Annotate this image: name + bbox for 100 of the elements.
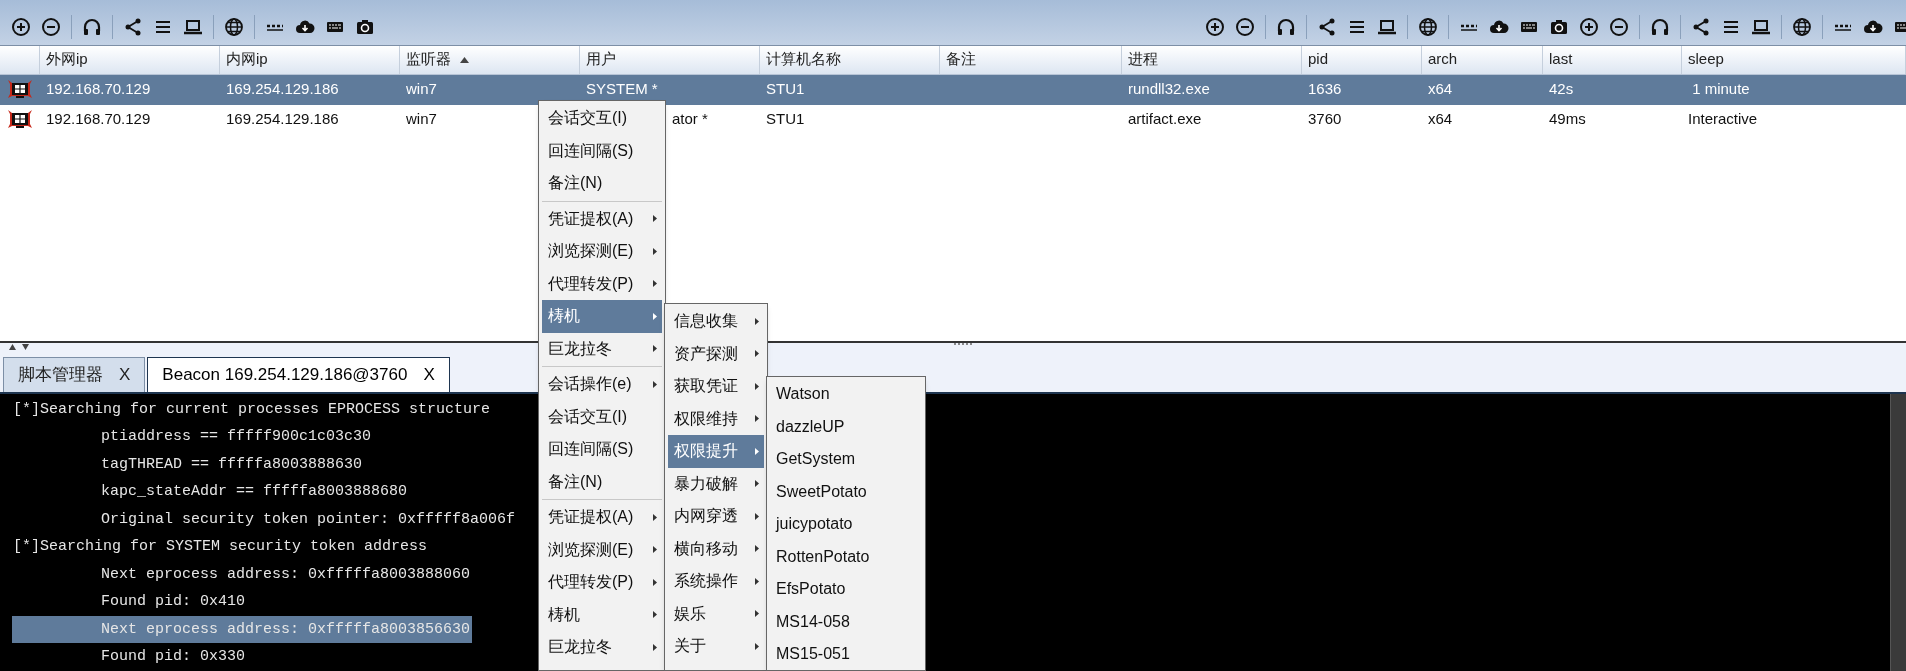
- menu-item[interactable]: 代理转发(P): [542, 566, 662, 599]
- column-header[interactable]: 外网ip: [40, 45, 220, 74]
- column-header[interactable]: last: [1543, 45, 1682, 74]
- column-header[interactable]: 内网ip: [220, 45, 400, 74]
- menu-item[interactable]: 回连间隔(S): [542, 134, 662, 167]
- globe-icon[interactable]: [1418, 16, 1438, 37]
- menu-item[interactable]: 娱乐: [668, 597, 764, 630]
- menu-item[interactable]: 信息收集: [668, 305, 764, 338]
- submenu-arrow-icon: [755, 317, 759, 325]
- splitter-grip-icon[interactable]: [953, 342, 975, 346]
- plus-circle-icon[interactable]: [1579, 16, 1599, 37]
- globe-icon[interactable]: [1792, 16, 1812, 37]
- submenu-arrow-icon: [755, 447, 759, 455]
- monitor-icon: [8, 109, 32, 130]
- close-button[interactable]: X: [119, 362, 131, 388]
- table-cell: win7: [406, 110, 437, 128]
- menu-item[interactable]: 内网穿透: [668, 500, 764, 533]
- selected-session-row[interactable]: 192.168.70.129 169.254.129.186 win7 SYSTEM * STU1 rundll32.exe 1636 x64 42s 1 minute: [0, 74, 1906, 105]
- menu-item[interactable]: 浏览探测(E): [542, 235, 662, 268]
- menu-item[interactable]: MS15-051: [770, 638, 922, 670]
- menu-item[interactable]: 梼机: [542, 300, 662, 333]
- submenu-arrow-icon: [755, 610, 759, 618]
- menu-item[interactable]: 备注(N): [542, 167, 662, 200]
- plus-circle-icon[interactable]: [1205, 16, 1225, 37]
- menu-item[interactable]: 权限维持: [668, 402, 764, 435]
- menu-item[interactable]: 会话交互(I): [542, 400, 662, 433]
- table-cell: artifact.exe: [1128, 110, 1202, 128]
- collapse-arrows-icon[interactable]: [9, 343, 29, 350]
- menu-item[interactable]: 资产探测: [668, 337, 764, 370]
- table-cell: Interactive: [1688, 110, 1758, 128]
- minus-circle-icon[interactable]: [1235, 16, 1255, 37]
- menu-item[interactable]: MS14-058: [770, 605, 922, 638]
- scrollbar[interactable]: [1890, 394, 1906, 671]
- table-cell: 169.254.129.186: [226, 110, 339, 128]
- minus-circle-icon[interactable]: [41, 16, 61, 37]
- share-icon[interactable]: [1317, 16, 1337, 37]
- submenu-arrow-icon: [755, 642, 759, 650]
- table-cell: 3760: [1308, 110, 1342, 128]
- menu-item[interactable]: 巨龙拉冬: [542, 332, 662, 365]
- submenu-arrow-icon: [755, 577, 759, 585]
- menu-item[interactable]: 回连间隔(S): [542, 433, 662, 466]
- table-cell: x64: [1428, 110, 1453, 128]
- menu-item[interactable]: Watson: [770, 378, 922, 411]
- menu-item[interactable]: EfsPotato: [770, 573, 922, 606]
- minus-circle-icon[interactable]: [1609, 16, 1629, 37]
- console-line: kapc_stateAddr == fffffa8003888680: [101, 482, 408, 502]
- submenu-arrow-icon: [653, 215, 657, 223]
- menu-item[interactable]: 关于: [668, 630, 764, 663]
- menu-item[interactable]: 浏览探测(E): [542, 533, 662, 566]
- column-header[interactable]: 监听器: [400, 45, 580, 74]
- column-header[interactable]: arch: [1422, 45, 1543, 74]
- console-line: [*]Searching for current processes EPROCESS structure: [13, 399, 491, 420]
- table-cell: 42s: [1549, 80, 1574, 98]
- menu-item[interactable]: 代理转发(P): [542, 267, 662, 300]
- submenu-arrow-icon: [755, 512, 759, 520]
- headphones-icon[interactable]: [1276, 16, 1296, 37]
- submenu-arrow-icon: [755, 415, 759, 423]
- menu-item[interactable]: 凭证提权(A): [542, 202, 662, 235]
- menu-item[interactable]: 权限提升: [668, 435, 764, 468]
- share-icon[interactable]: [123, 16, 143, 37]
- table-cell: SYSTEM *: [586, 80, 658, 98]
- globe-icon[interactable]: [224, 16, 244, 37]
- table-cell: 192.168.70.129: [46, 80, 151, 98]
- menu-item[interactable]: dazzleUP: [770, 410, 922, 443]
- menu-item[interactable]: 暴力破解: [668, 467, 764, 500]
- menu-item[interactable]: 横向移动: [668, 532, 764, 565]
- column-header[interactable]: pid: [1302, 45, 1422, 74]
- column-header[interactable]: 进程: [1122, 45, 1302, 74]
- submenu-arrow-icon: [755, 545, 759, 553]
- menu-item[interactable]: 备注(N): [542, 465, 662, 498]
- column-header[interactable]: 用户: [580, 45, 760, 74]
- tab[interactable]: Beacon 169.254.129.186@3760 X: [147, 357, 450, 392]
- table-cell: ator *: [672, 110, 708, 128]
- submenu-arrow-icon: [755, 382, 759, 390]
- table-cell: 169.254.129.186: [226, 80, 339, 98]
- submenu-arrow-icon: [653, 611, 657, 619]
- table-cell: win7: [406, 80, 437, 98]
- menu-item[interactable]: 梼机: [542, 598, 662, 631]
- plus-circle-icon[interactable]: [11, 16, 31, 37]
- menu-item[interactable]: 巨龙拉冬: [542, 631, 662, 664]
- menu-item[interactable]: 系统操作: [668, 565, 764, 598]
- column-header[interactable]: sleep: [1682, 45, 1906, 74]
- console-line: Found pid: 0x410: [101, 592, 246, 612]
- menu-item[interactable]: RottenPotato: [770, 540, 922, 573]
- share-icon[interactable]: [1691, 16, 1711, 37]
- submenu-arrow-icon: [653, 312, 657, 320]
- menu-item[interactable]: GetSystem: [770, 443, 922, 476]
- menu-item[interactable]: SweetPotato: [770, 475, 922, 508]
- headphones-icon[interactable]: [82, 16, 102, 37]
- menu-item[interactable]: 凭证提权(A): [542, 501, 662, 534]
- menu-item[interactable]: 会话交互(I): [542, 102, 662, 135]
- tab[interactable]: 脚本管理器 X: [3, 357, 146, 392]
- table-cell-text: 1 minute: [1691, 80, 1750, 98]
- menu-item[interactable]: 获取凭证: [668, 370, 764, 403]
- headphones-icon[interactable]: [1650, 16, 1670, 37]
- column-header[interactable]: 备注: [940, 45, 1122, 74]
- close-button[interactable]: X: [423, 362, 435, 388]
- menu-item[interactable]: 会话操作(e): [542, 368, 662, 401]
- menu-item[interactable]: juicypotato: [770, 508, 922, 541]
- column-header[interactable]: 计算机名称: [760, 45, 940, 74]
